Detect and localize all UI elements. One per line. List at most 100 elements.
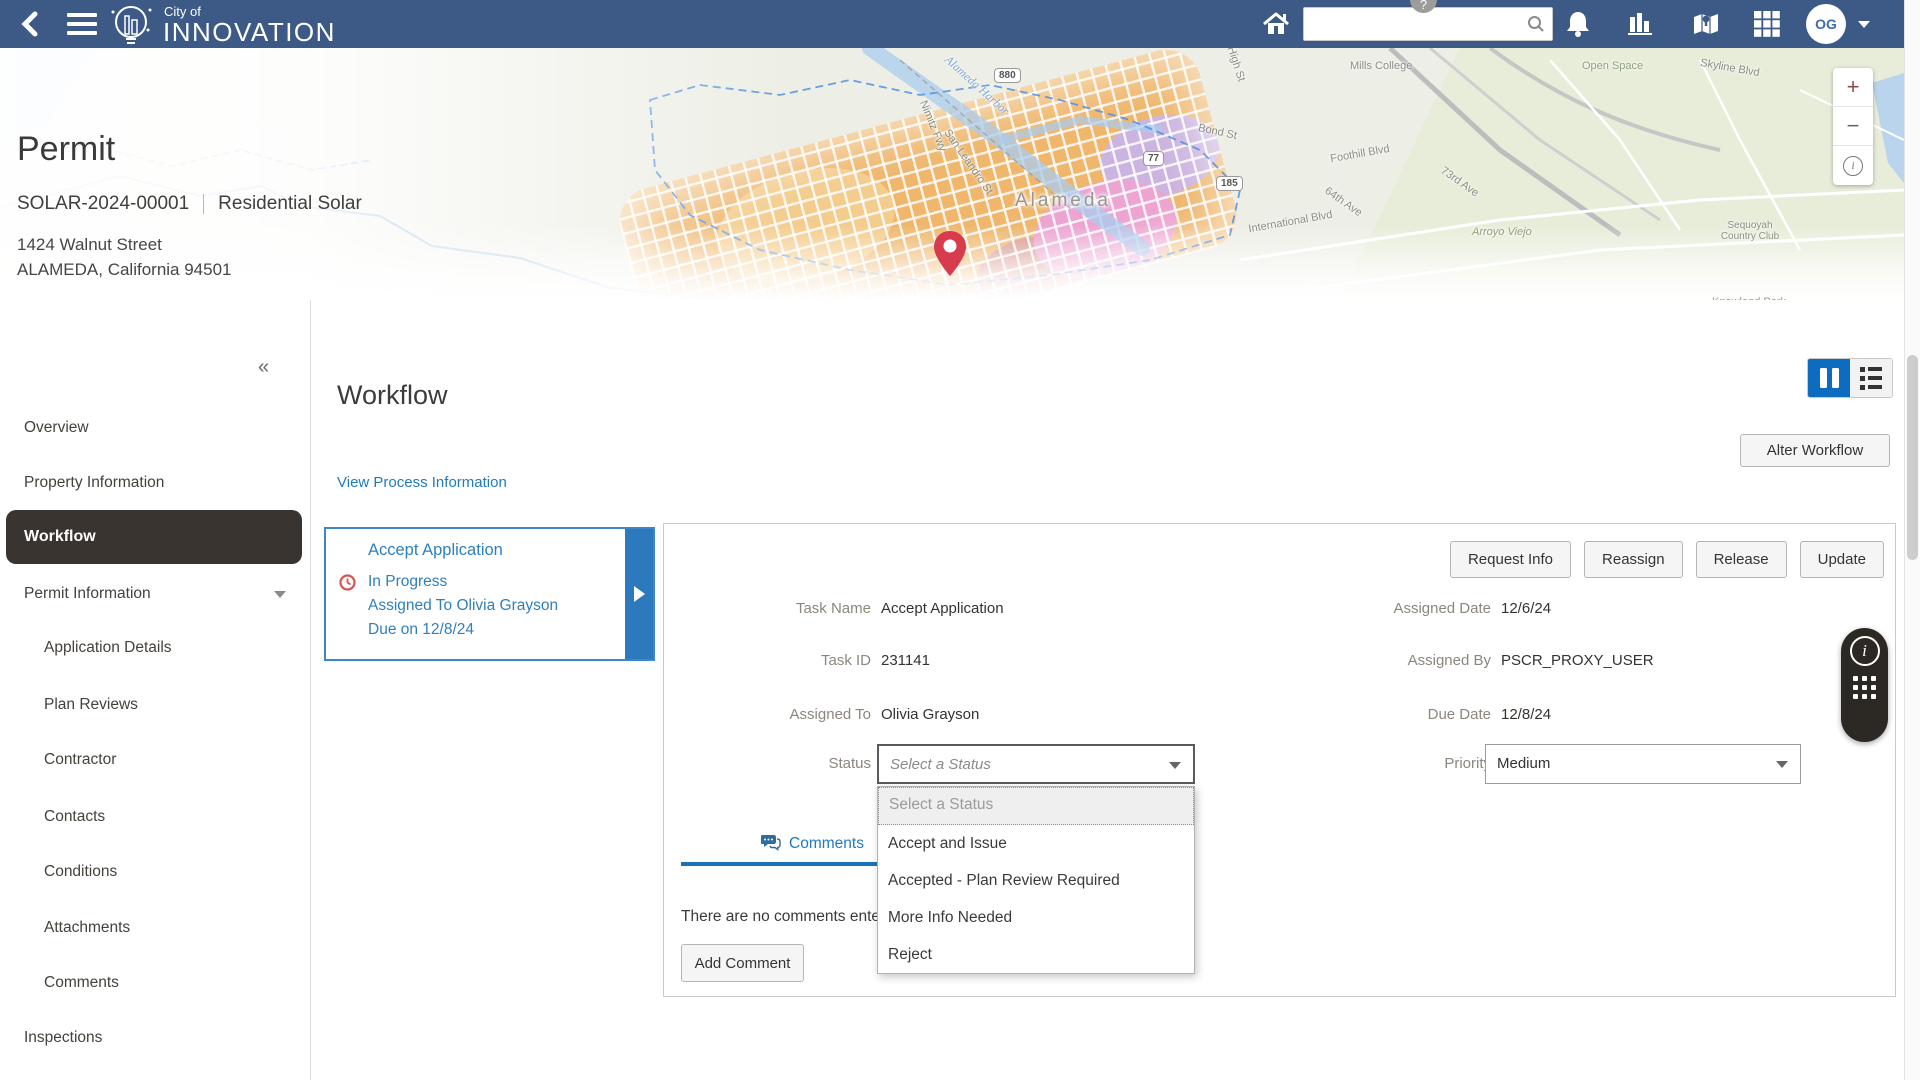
task-name-label: Task Name [671, 598, 871, 620]
sidebar-item-conditions[interactable]: Conditions [44, 861, 117, 883]
sidebar-item-inspections[interactable]: Inspections [24, 1027, 102, 1049]
search-icon[interactable] [1527, 15, 1545, 38]
logo-innovation: INNOVATION [163, 17, 336, 48]
priority-select[interactable]: Medium [1485, 744, 1801, 784]
map-label-sequoyah-country-club: Sequoyah Country Club [1712, 220, 1788, 242]
task-id-label: Task ID [671, 650, 871, 672]
no-comments-text: There are no comments entered. [681, 908, 907, 926]
user-menu-caret-icon[interactable] [1858, 21, 1870, 28]
task-card-assigned: Assigned To Olivia Grayson [368, 597, 558, 615]
task-detail-panel: Request Info Reassign Release Update Tas… [663, 523, 1896, 997]
due-date-value: 12/8/24 [1501, 704, 1551, 726]
comments-bubble-icon [760, 833, 781, 856]
status-option-accepted-plan-review-required[interactable]: Accepted - Plan Review Required [878, 862, 1194, 899]
task-actions: Request Info Reassign Release Update [1450, 541, 1884, 578]
reports-bar-chart-icon[interactable] [1622, 0, 1658, 48]
view-toggle-group [1807, 358, 1893, 398]
alter-workflow-button[interactable]: Alter Workflow [1740, 434, 1890, 467]
task-name-value: Accept Application [881, 598, 1004, 620]
status-select[interactable]: Select a Status [877, 744, 1195, 784]
reassign-button[interactable]: Reassign [1584, 541, 1683, 578]
assigned-date-value: 12/6/24 [1501, 598, 1551, 620]
permit-number: SOLAR-2024-00001 [17, 193, 189, 215]
task-card-accept-application[interactable]: Accept Application In Progress Assigned … [324, 527, 655, 661]
back-icon[interactable] [10, 0, 50, 48]
sidebar-item-workflow[interactable]: Workflow [6, 510, 302, 564]
scrollbar-thumb[interactable] [1907, 355, 1918, 560]
workflow-heading: Workflow [337, 380, 448, 411]
sidebar-item-permit-information[interactable]: Permit Information [24, 583, 286, 605]
map-label-arroyo-viejo: Arroyo Viejo [1472, 226, 1532, 238]
sidebar-item-plan-reviews[interactable]: Plan Reviews [44, 694, 138, 716]
top-navbar: City of INNOVATION ? [0, 0, 1904, 48]
task-card-status: In Progress [368, 573, 447, 591]
sidebar-item-workflow-label: Workflow [24, 510, 96, 564]
map-zoom-in-button[interactable]: + [1833, 68, 1873, 107]
map-explorer-icon[interactable] [1686, 0, 1726, 48]
map-zoom-out-button[interactable]: − [1833, 107, 1873, 146]
map-label-alameda: Alameda [1015, 190, 1111, 212]
sidebar-item-attachments[interactable]: Attachments [44, 917, 130, 939]
status-select-value: Select a Status [890, 746, 991, 783]
map-info-button[interactable]: i [1833, 146, 1873, 185]
priority-label: Priority [1291, 753, 1491, 775]
priority-select-value: Medium [1497, 745, 1550, 782]
list-view-toggle-button[interactable] [1850, 359, 1892, 397]
sidebar-item-permit-information-label: Permit Information [24, 583, 151, 605]
chevron-down-icon [274, 591, 286, 598]
assigned-date-label: Assigned Date [1291, 598, 1491, 620]
map-location-pin[interactable] [931, 230, 969, 283]
user-avatar[interactable]: OG [1806, 4, 1846, 44]
map-info-icon: i [1843, 156, 1863, 176]
status-option-placeholder[interactable]: Select a Status [878, 787, 1194, 825]
status-option-accept-and-issue[interactable]: Accept and Issue [878, 825, 1194, 862]
permit-page: City of INNOVATION ? [0, 0, 1920, 1080]
task-id-value: 231141 [881, 650, 930, 672]
update-button[interactable]: Update [1800, 541, 1884, 578]
sidebar-collapse-icon[interactable]: « [258, 356, 267, 379]
map-shield-77: 77 [1143, 151, 1164, 166]
page-scrollbar[interactable] [1904, 0, 1920, 1080]
assistant-widget[interactable]: i [1841, 628, 1888, 742]
map-label-mills-college: Mills College [1350, 60, 1412, 72]
comments-tab-label: Comments [789, 835, 864, 853]
sidebar-item-contractor[interactable]: Contractor [44, 749, 116, 771]
task-card-due: Due on 12/8/24 [368, 621, 474, 639]
address-line-1: 1424 Walnut Street [17, 232, 362, 257]
sidebar-item-comments[interactable]: Comments [44, 972, 119, 994]
in-progress-clock-icon [339, 574, 356, 596]
divider [203, 194, 204, 214]
sidebar-item-application-details[interactable]: Application Details [44, 637, 172, 659]
notifications-bell-icon[interactable] [1560, 0, 1596, 48]
map-shield-185: 185 [1216, 176, 1243, 191]
lightbulb-logo-icon [106, 2, 156, 53]
status-option-more-info-needed[interactable]: More Info Needed [878, 899, 1194, 936]
chevron-down-icon [1776, 761, 1788, 768]
assigned-to-label: Assigned To [671, 704, 871, 726]
view-process-information-link[interactable]: View Process Information [337, 474, 507, 491]
request-info-button[interactable]: Request Info [1450, 541, 1571, 578]
sidebar-item-property-information[interactable]: Property Information [24, 472, 164, 494]
task-card-expand-arrow[interactable] [625, 529, 653, 659]
menu-icon[interactable] [60, 0, 104, 48]
card-view-toggle-button[interactable] [1808, 359, 1850, 397]
chevron-down-icon [1169, 762, 1181, 769]
sidebar-item-overview[interactable]: Overview [24, 417, 89, 439]
assigned-by-value: PSCR_PROXY_USER [1501, 650, 1654, 672]
status-option-reject[interactable]: Reject [878, 936, 1194, 973]
sidebar-divider [310, 300, 311, 1080]
assigned-to-value: Olivia Grayson [881, 704, 979, 726]
due-date-label: Due Date [1291, 704, 1491, 726]
apps-grid-icon[interactable] [1748, 0, 1786, 48]
task-card-title: Accept Application [368, 541, 503, 560]
info-icon[interactable]: i [1850, 636, 1880, 666]
home-icon[interactable] [1256, 0, 1296, 48]
map-label-knowland-park: Knowland Park [1712, 296, 1786, 300]
add-comment-button[interactable]: Add Comment [681, 944, 804, 982]
map-label-open-space: Open Space [1582, 60, 1643, 72]
sidebar-item-contacts[interactable]: Contacts [44, 806, 105, 828]
keypad-icon[interactable] [1853, 676, 1876, 699]
permit-banner: Permit SOLAR-2024-00001 Residential Sola… [17, 130, 362, 282]
map-controls: + − i [1833, 68, 1873, 185]
release-button[interactable]: Release [1696, 541, 1787, 578]
